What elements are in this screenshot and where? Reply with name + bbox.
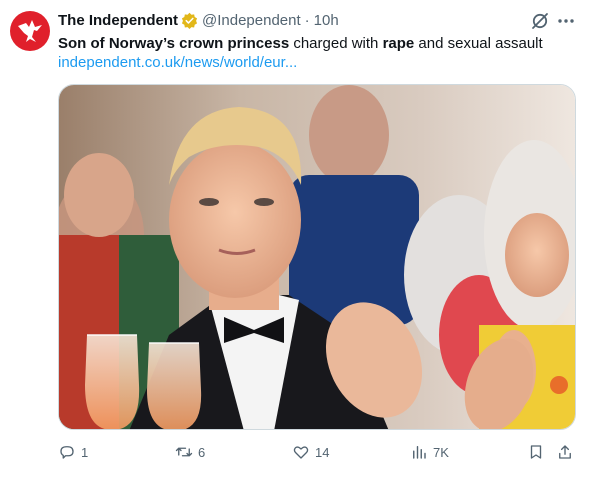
grok-icon[interactable] — [530, 11, 550, 31]
bookmark-button[interactable] — [527, 441, 545, 463]
tweet-text: Son of Norway’s crown princess charged w… — [58, 34, 543, 54]
account-name[interactable]: The Independent — [58, 12, 178, 29]
tweet-header: The Independent @Independent · 10h — [58, 10, 339, 30]
photo-image — [59, 85, 575, 429]
views-bar-icon — [413, 446, 426, 459]
verified-badge-icon — [181, 12, 198, 29]
heart-icon — [293, 446, 309, 459]
action-bar: 1 6 14 7K — [58, 441, 578, 463]
reply-button[interactable]: 1 — [58, 441, 88, 463]
reply-count: 1 — [81, 444, 89, 460]
avatar[interactable] — [10, 11, 50, 51]
like-button[interactable]: 14 — [292, 441, 329, 463]
article-link[interactable]: independent.co.uk/news/world/eur... — [58, 53, 297, 73]
views-button[interactable]: 7K — [410, 441, 449, 463]
independent-eagle-logo-icon — [18, 20, 42, 42]
share-button[interactable] — [556, 441, 574, 463]
tweet-text-bold-1: Son of Norway’s crown princess — [58, 35, 290, 52]
share-icon — [559, 445, 571, 459]
account-handle[interactable]: @Independent — [202, 12, 301, 29]
tweet-text-plain-1: charged with — [289, 35, 383, 52]
more-dots-icon[interactable] — [556, 11, 576, 31]
tweet-photo[interactable] — [58, 84, 576, 430]
tweet-timestamp[interactable]: 10h — [314, 12, 339, 29]
bookmark-icon — [530, 445, 542, 459]
retweet-button[interactable]: 6 — [175, 441, 205, 463]
tweet-text-plain-2: and sexual assault — [414, 35, 543, 52]
like-count: 14 — [315, 444, 330, 460]
retweet-count: 6 — [198, 444, 206, 460]
separator-dot: · — [304, 11, 310, 29]
reply-icon — [60, 446, 74, 459]
tweet-text-bold-2: rape — [382, 35, 415, 52]
views-count: 7K — [433, 444, 449, 460]
tweet[interactable]: The Independent @Independent · 10h Son o… — [0, 0, 589, 478]
retweet-icon — [175, 447, 193, 457]
